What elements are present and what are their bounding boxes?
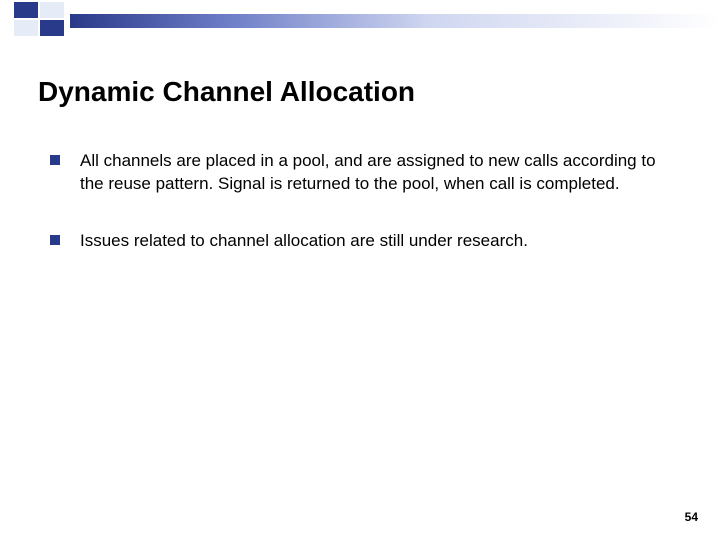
bullet-icon (50, 155, 60, 165)
list-item: Issues related to channel allocation are… (50, 230, 674, 253)
content-area: All channels are placed in a pool, and a… (50, 150, 674, 287)
page-number: 54 (685, 510, 698, 524)
square-icon (40, 2, 64, 18)
corner-squares-icon (0, 0, 70, 38)
list-item: All channels are placed in a pool, and a… (50, 150, 674, 196)
gradient-bar (70, 14, 720, 28)
slide-top-accent (0, 0, 720, 38)
bullet-icon (50, 235, 60, 245)
square-icon (14, 20, 38, 36)
list-item-text: All channels are placed in a pool, and a… (80, 150, 674, 196)
page-title: Dynamic Channel Allocation (38, 76, 415, 108)
list-item-text: Issues related to channel allocation are… (80, 230, 528, 253)
square-icon (40, 20, 64, 36)
square-icon (14, 2, 38, 18)
